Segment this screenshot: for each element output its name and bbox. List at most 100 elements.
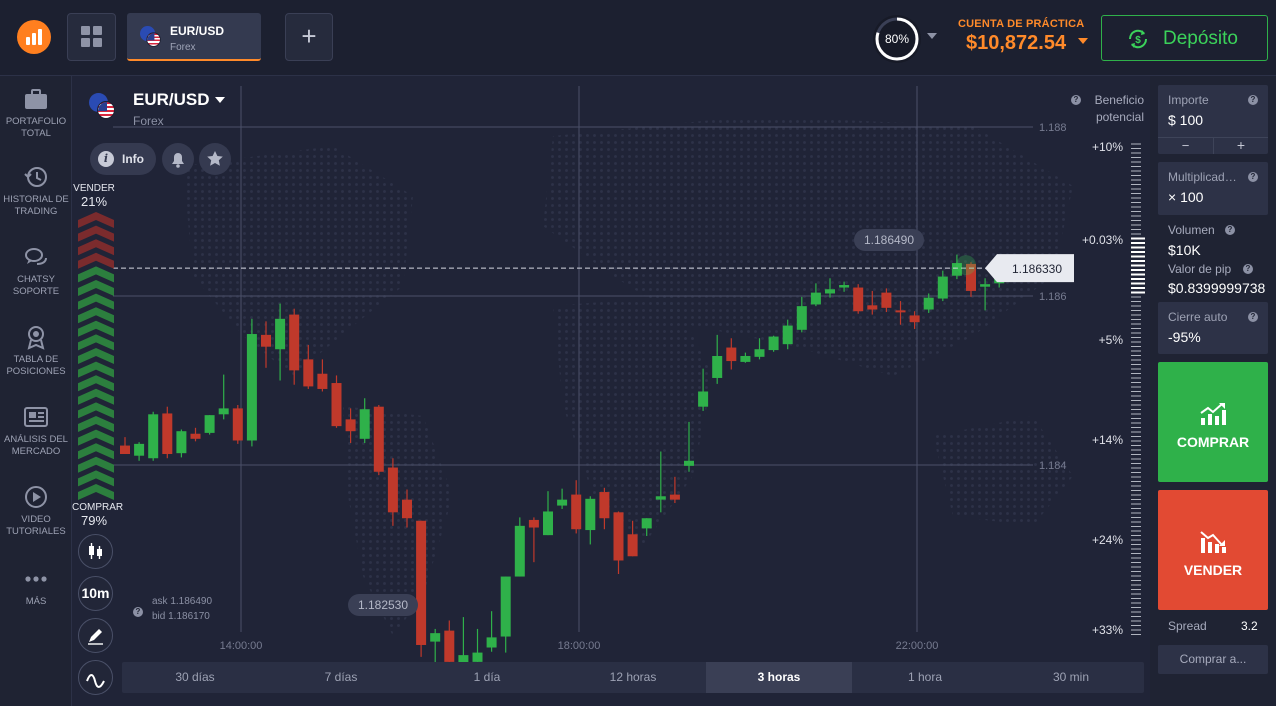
period-option[interactable]: 1 día — [414, 662, 560, 693]
tab-eur-usd[interactable]: EUR/USD Forex — [127, 13, 261, 61]
sidebar-item-label: HISTORIAL DE TRADING — [3, 194, 69, 217]
sell-sentiment-value: 21% — [80, 194, 108, 209]
sidebar-item-analysis[interactable]: ANÁLISIS DEL MERCADO — [0, 404, 72, 458]
candle — [585, 496, 596, 545]
multiplier-label: Multiplicad… — [1168, 170, 1237, 184]
eur-usd-flag-icon — [89, 93, 115, 119]
amount-decrease-button[interactable]: − — [1158, 138, 1213, 154]
candle — [359, 398, 370, 444]
sentiment-chevron — [78, 320, 114, 337]
buy-sentiment-value: 79% — [80, 513, 108, 528]
account-chevron-down-icon[interactable] — [1078, 38, 1088, 44]
ask-bid-help-icon[interactable]: ? — [133, 607, 143, 617]
pencil-icon — [88, 629, 103, 645]
autoclose-help-icon[interactable]: ? — [1248, 312, 1258, 322]
percent-gauge[interactable]: 80% — [873, 15, 921, 63]
amount-field[interactable]: Importe ? $ 100 − + — [1158, 85, 1268, 154]
multiplier-help-icon[interactable]: ? — [1248, 172, 1258, 182]
current-price-tag: 1.186330 — [985, 254, 1074, 283]
candle — [148, 411, 159, 461]
chat-bubbles-icon — [25, 248, 47, 265]
asset-category: Forex — [133, 114, 164, 128]
autoclose-value[interactable]: -95% — [1168, 329, 1201, 345]
sidebar-item-history[interactable]: HISTORIAL DE TRADING — [0, 164, 72, 218]
chart-area[interactable]: 1.188 1.186 1.184 14:00:00 18:00:00 22:00:00 … — [73, 76, 1150, 706]
buy-sentiment-label: COMPRAR — [72, 502, 124, 513]
multiplier-value[interactable]: × 100 — [1168, 189, 1203, 205]
account-type-label[interactable]: CUENTA DE PRÁCTICA — [958, 18, 1084, 30]
amount-increase-button[interactable]: + — [1213, 138, 1268, 154]
bell-icon — [172, 153, 184, 168]
period-option[interactable]: 7 días — [268, 662, 414, 693]
sentiment-bar — [78, 212, 114, 500]
candle — [190, 427, 201, 442]
beneficio-help-icon[interactable]: ? — [1071, 95, 1081, 105]
drawing-tool-button[interactable] — [78, 618, 113, 653]
sidebar-item-label: CHATSY SOPORTE — [12, 274, 60, 297]
profit-scale-label: +33% — [1092, 623, 1123, 637]
candle — [134, 442, 145, 461]
sentiment-chevron — [78, 484, 114, 500]
pip-help-icon[interactable]: ? — [1243, 264, 1253, 274]
amount-value[interactable]: $ 100 — [1168, 112, 1203, 128]
candle — [486, 611, 497, 652]
account-balance[interactable]: $10,872.54 — [966, 32, 1066, 55]
info-button[interactable]: i Info — [90, 143, 156, 175]
period-option[interactable]: 30 min — [998, 662, 1144, 693]
bid-price: bid 1.186170 — [152, 611, 210, 622]
sell-button[interactable]: VENDER — [1158, 490, 1268, 610]
percent-value: 80% — [884, 32, 910, 46]
sidebar-item-leaderboard[interactable]: TABLA DE POSICIONES — [0, 324, 72, 378]
sidebar-item-portfolio[interactable]: PORTAFOLIO TOTAL — [0, 86, 72, 140]
sidebar-item-label: VIDEO TUTORIALES — [6, 514, 66, 537]
multiplier-field[interactable]: Multiplicad… ? × 100 — [1158, 162, 1268, 215]
deposit-button[interactable]: $ Depósito — [1101, 15, 1268, 61]
logo-icon[interactable] — [17, 20, 51, 54]
candle — [740, 352, 751, 363]
period-option[interactable]: 1 hora — [852, 662, 998, 693]
tab-symbol: EUR/USD — [170, 24, 225, 38]
candle — [218, 374, 229, 420]
amount-help-icon[interactable]: ? — [1248, 95, 1258, 105]
autoclose-field[interactable]: Cierre auto ? -95% — [1158, 302, 1268, 354]
indicators-button[interactable] — [78, 660, 113, 695]
buy-button[interactable]: COMPRAR — [1158, 362, 1268, 482]
buy-sentiment: COMPRAR 79% — [72, 502, 123, 528]
time-tick-label: 18:00:00 — [558, 640, 601, 652]
volume-help-icon[interactable]: ? — [1225, 225, 1235, 235]
sidebar-item-label: PORTAFOLIO TOTAL — [5, 116, 67, 139]
indicator-wave-icon — [86, 674, 105, 688]
chart-type-button[interactable] — [78, 534, 113, 569]
buy-at-button[interactable]: Comprar a... — [1158, 645, 1268, 674]
add-tab-button[interactable]: + — [285, 13, 333, 61]
candle — [500, 576, 511, 653]
spread-label: Spread — [1168, 619, 1207, 633]
candle — [162, 406, 173, 459]
briefcase-icon — [25, 89, 47, 109]
svg-text:$: $ — [1135, 35, 1141, 46]
sidebar-item-label: MÁS — [25, 596, 47, 607]
candle — [528, 517, 539, 563]
candle — [571, 480, 582, 534]
pip-value-label: Valor de pip — [1168, 262, 1232, 276]
trend-down-icon — [1200, 531, 1226, 553]
chevron-down-icon[interactable] — [927, 33, 937, 39]
grid-menu-button[interactable] — [67, 13, 116, 61]
candle — [331, 375, 342, 428]
asset-symbol[interactable]: EUR/USD — [133, 90, 210, 110]
period-option[interactable]: 12 horas — [560, 662, 706, 693]
sidebar-item-videos[interactable]: VIDEO TUTORIALES — [0, 484, 72, 538]
sidebar-item-support[interactable]: CHATSY SOPORTE — [0, 244, 72, 298]
candlestick-chart[interactable]: 1.1881.1861.18414:00:00 18:00:00 22:00:00 … — [73, 76, 1150, 706]
newspaper-icon — [24, 407, 48, 427]
alert-button[interactable] — [162, 143, 194, 175]
timeframe-button[interactable]: 10m — [78, 576, 113, 611]
asset-chevron-down-icon[interactable] — [215, 97, 225, 103]
period-option[interactable]: 30 días — [122, 662, 268, 693]
period-option[interactable]: 3 horas — [706, 662, 852, 693]
sidebar-item-more[interactable]: MÁS — [0, 566, 72, 608]
svg-text:1.186330: 1.186330 — [1012, 262, 1062, 276]
live-glow — [956, 255, 976, 276]
medal-icon — [27, 326, 45, 350]
favorite-button[interactable] — [199, 143, 231, 175]
